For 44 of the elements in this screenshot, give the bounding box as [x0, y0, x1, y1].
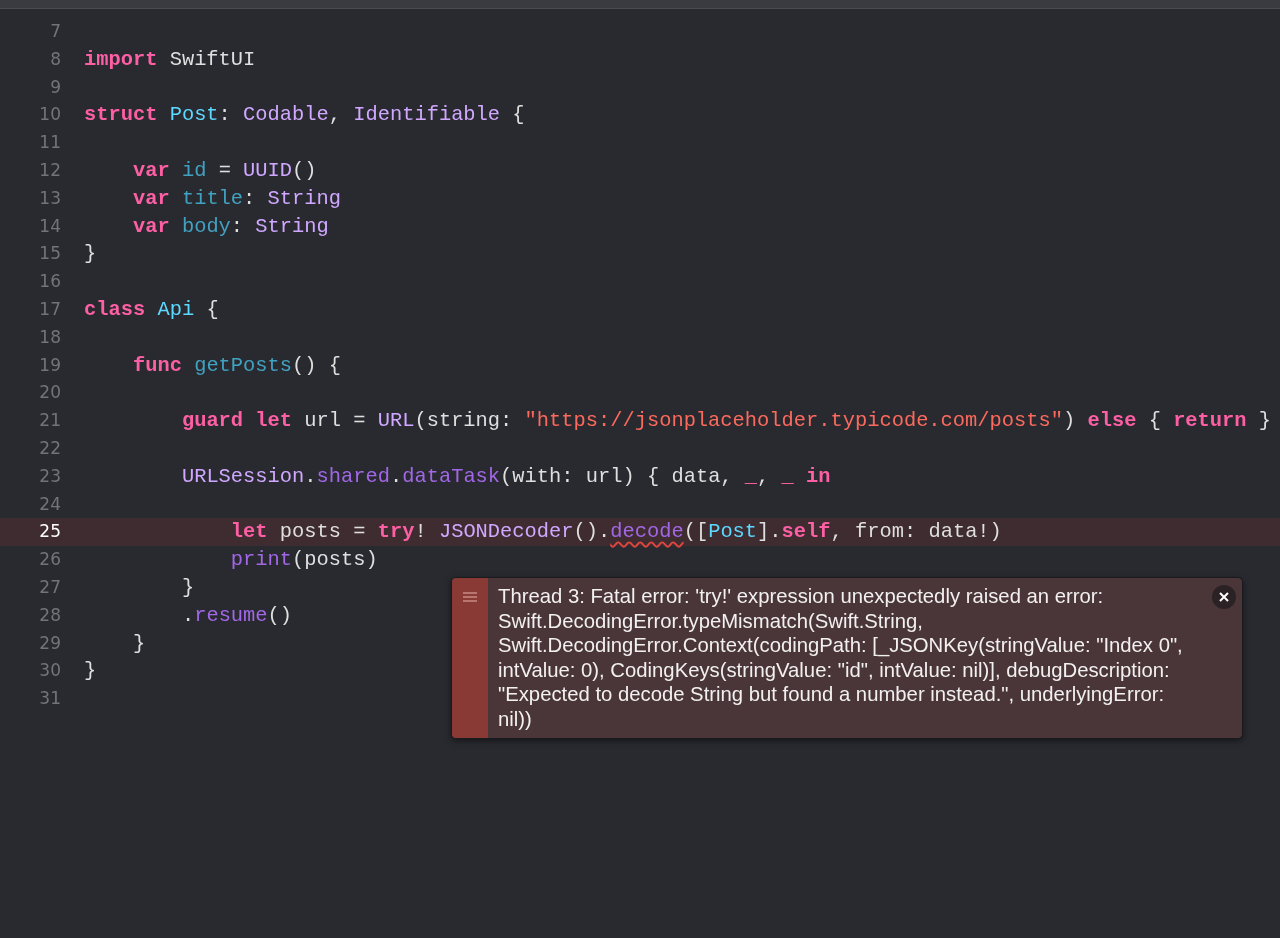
- code-line: class Api {: [84, 296, 219, 323]
- code-line: }: [131, 630, 147, 657]
- line-number: 7: [49, 20, 61, 43]
- code-line: func getPosts() {: [131, 352, 341, 379]
- line-number: 20: [38, 381, 61, 405]
- line-number: 13: [38, 186, 61, 210]
- line-number: 19: [38, 353, 61, 377]
- line-number: 27: [38, 575, 61, 599]
- line-number: 28: [38, 603, 61, 627]
- line-number: 11: [38, 131, 61, 155]
- line-number: 24: [38, 492, 61, 516]
- line-number: 15: [38, 242, 61, 266]
- line-number: 22: [38, 436, 61, 460]
- close-button[interactable]: [1212, 585, 1236, 609]
- line-number: 9: [49, 75, 61, 99]
- code-line: let posts = try! JSONDecoder().decode([Post].self, from: data!): [229, 519, 1002, 546]
- code-line: var body: String: [131, 213, 329, 240]
- line-number: 16: [38, 270, 61, 294]
- code-line: var title: String: [131, 185, 341, 212]
- line-number: 31: [38, 687, 61, 711]
- line-number: 18: [38, 325, 61, 349]
- line-number: 25: [38, 520, 61, 544]
- code-line: }: [84, 658, 98, 685]
- line-number: 8: [49, 47, 61, 71]
- line-number: 21: [38, 409, 61, 433]
- line-number: 17: [38, 297, 61, 321]
- code-line: var id = UUID(): [131, 158, 317, 184]
- line-number: 10: [38, 103, 61, 127]
- code-line: URLSession.shared.dataTask(with: url) { data, _, _ in: [180, 463, 831, 490]
- line-number: 14: [38, 214, 61, 238]
- line-number: 23: [38, 464, 61, 488]
- code-line: import SwiftUI: [84, 46, 256, 73]
- line-number: 29: [38, 631, 61, 655]
- close-icon: [1219, 592, 1229, 602]
- code-line: }: [84, 241, 98, 268]
- code-line: }: [180, 574, 196, 601]
- code-line: print(posts): [229, 547, 379, 574]
- error-message: Thread 3: Fatal error: 'try!' expression unexpectedly raised an error: Swift.DecodingError.typeMismatch(Swift.String, Swift.DecodingError.Context(codingPath: [_JSONKey(stringValue: "Index 0", intValue: 0), CodingKeys(stringValue: "id", intValue: nil)], debugDescription: "Expected to decode String but found a number instead.", underlyingError: nil)): [497, 584, 1184, 732]
- code-line: .resume(): [180, 602, 294, 629]
- line-number: 30: [38, 659, 61, 683]
- line-number: 26: [38, 548, 61, 572]
- code-line: guard let url = URL(string: "https://jsonplaceholder.typicode.com/posts") else { return }: [180, 408, 1272, 435]
- line-number: 12: [38, 159, 61, 182]
- code-line: struct Post: Codable, Identifiable {: [84, 102, 525, 129]
